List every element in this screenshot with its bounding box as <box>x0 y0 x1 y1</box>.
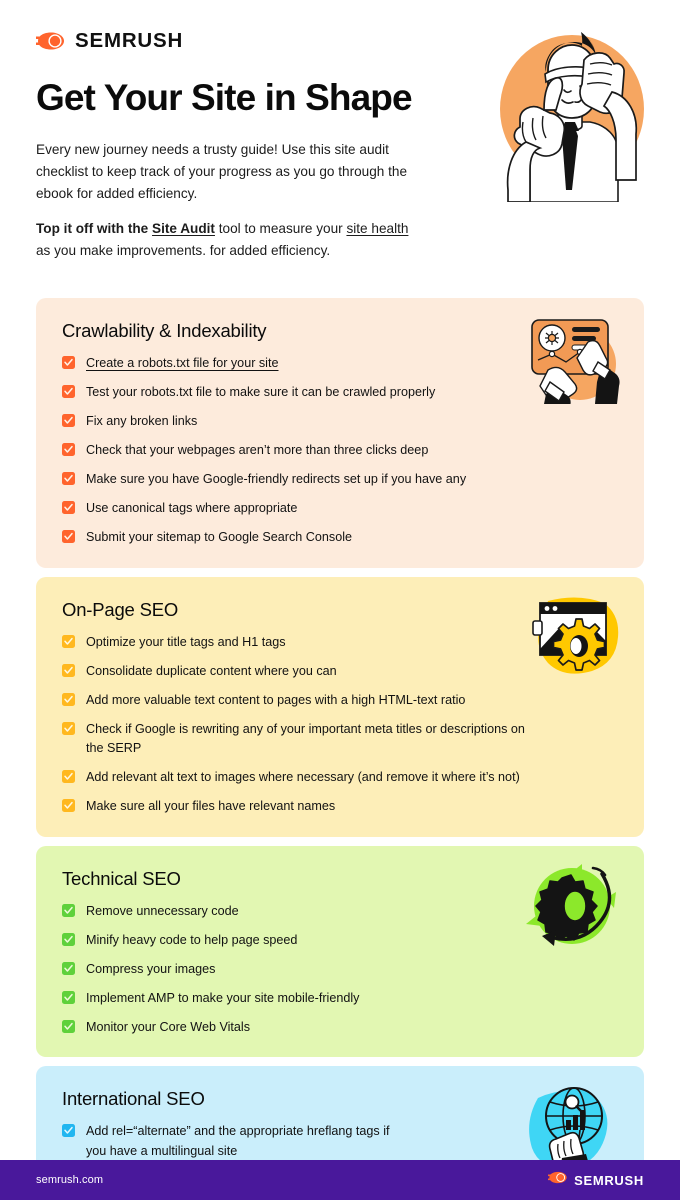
checklist-item[interactable]: Make sure all your files have relevant n… <box>62 797 532 817</box>
checklist-item[interactable]: Monitor your Core Web Vitals <box>62 1018 532 1038</box>
checked-checkbox-icon[interactable] <box>62 471 75 485</box>
checklist-item[interactable]: Make sure you have Google-friendly redir… <box>62 470 532 490</box>
checklist-item-label: Implement AMP to make your site mobile-f… <box>86 990 360 1005</box>
footer-brand-name: SEMRUSH <box>574 1172 644 1188</box>
checklist-item-label: Add rel=“alternate” and the appropriate … <box>86 1124 390 1158</box>
checklist-item[interactable]: Compress your images <box>62 960 532 980</box>
checked-checkbox-icon[interactable] <box>62 770 75 784</box>
hero-paragraph-2: Top it off with the Site Audit tool to m… <box>36 218 426 262</box>
checked-checkbox-icon[interactable] <box>62 932 75 946</box>
checklist-item[interactable]: Check if Google is rewriting any of your… <box>62 720 532 759</box>
brand-name: SEMRUSH <box>75 28 184 52</box>
hero-description: Every new journey needs a trusty guide! … <box>36 139 426 262</box>
checklist-item[interactable]: Check that your webpages aren’t more tha… <box>62 441 532 461</box>
checked-checkbox-icon[interactable] <box>62 355 75 369</box>
checklist-item-label: Add relevant alt text to images where ne… <box>86 770 520 785</box>
header: SEMRUSH Get Your Site in Shape Every new… <box>0 0 680 262</box>
checked-checkbox-icon[interactable] <box>62 692 75 706</box>
semrush-comet-icon <box>36 30 66 52</box>
checklist-item[interactable]: Add more valuable text content to pages … <box>62 691 532 711</box>
semrush-comet-icon <box>548 1170 568 1190</box>
checked-checkbox-icon[interactable] <box>62 384 75 398</box>
checklist-item-label[interactable]: Create a robots.txt file for your site <box>86 354 279 374</box>
checked-checkbox-icon[interactable] <box>62 663 75 677</box>
checklist-item[interactable]: Add relevant alt text to images where ne… <box>62 768 532 788</box>
checklist-item-label: Add more valuable text content to pages … <box>86 692 466 707</box>
checklist-item-label: Use canonical tags where appropriate <box>86 501 298 515</box>
checklist-item-label: Consolidate duplicate content where you … <box>86 663 337 678</box>
checked-checkbox-icon[interactable] <box>62 903 75 917</box>
checklist-item-label: Optimize your title tags and H1 tags <box>86 634 286 649</box>
section-technical-seo: Technical SEO Remove unnecessary code Mi… <box>36 845 644 1058</box>
checklist-item[interactable]: Consolidate duplicate content where you … <box>62 662 532 682</box>
hands-on-dashboard-icon <box>524 312 628 414</box>
footer-brand-logo: SEMRUSH <box>548 1170 644 1190</box>
checklist-item-label: Remove unnecessary code <box>86 903 239 918</box>
checklist-item[interactable]: Implement AMP to make your site mobile-f… <box>62 989 532 1009</box>
magnifier-globe-chart-icon <box>522 1080 626 1172</box>
checked-checkbox-icon[interactable] <box>62 799 75 813</box>
checked-checkbox-icon[interactable] <box>62 634 75 648</box>
checklist-item-label: Compress your images <box>86 961 216 976</box>
checklist-item[interactable]: Use canonical tags where appropriate <box>62 499 532 519</box>
checklist-sections: Crawlability & Indexability Create a rob… <box>0 297 680 1200</box>
hero-paragraph-1: Every new journey needs a trusty guide! … <box>36 141 408 201</box>
checklist-item-label: Fix any broken links <box>86 413 198 428</box>
site-audit-link[interactable]: Site Audit <box>152 221 215 236</box>
person-framing-hands-icon <box>486 30 654 203</box>
section-crawlability: Crawlability & Indexability Create a rob… <box>36 297 644 568</box>
hero-p2-tail: as you make improvements. for added effi… <box>36 242 331 258</box>
hero-p2-mid: tool to measure your <box>214 220 347 236</box>
checked-checkbox-icon[interactable] <box>62 990 75 1004</box>
checklist-item-label: Make sure you have Google-friendly redir… <box>86 471 467 486</box>
checklist-item-label: Check if Google is rewriting any of your… <box>86 721 525 756</box>
footer-url[interactable]: semrush.com <box>36 1174 103 1186</box>
checked-checkbox-icon[interactable] <box>62 1019 75 1033</box>
checked-checkbox-icon[interactable] <box>62 442 75 456</box>
checklist-item[interactable]: Optimize your title tags and H1 tags <box>62 633 532 653</box>
checked-checkbox-icon[interactable] <box>62 721 75 735</box>
hero-p2-lead: Top it off with the <box>36 220 153 236</box>
checked-checkbox-icon[interactable] <box>62 501 75 514</box>
checklist-item-label: Test your robots.txt file to make sure i… <box>86 384 436 399</box>
checked-checkbox-icon[interactable] <box>62 530 75 544</box>
browser-window-gear-icon <box>526 591 630 683</box>
checklist-item[interactable]: Add rel=“alternate” and the appropriate … <box>62 1122 532 1161</box>
checklist-item-label: Check that your webpages aren’t more tha… <box>86 442 429 457</box>
checklist-item-label: Minify heavy code to help page speed <box>86 932 298 947</box>
checklist-item[interactable]: Minify heavy code to help page speed <box>62 931 532 951</box>
checklist-item[interactable]: Create a robots.txt file for your site <box>62 354 532 374</box>
gear-refresh-arrow-icon <box>520 860 624 952</box>
section-onpage-seo: On-Page SEO Optimize your title tags and… <box>36 576 644 837</box>
infographic-page: SEMRUSH Get Your Site in Shape Every new… <box>0 0 680 1200</box>
checklist-item-label: Monitor your Core Web Vitals <box>86 1019 251 1034</box>
checklist-item[interactable]: Remove unnecessary code <box>62 902 532 922</box>
checklist-item-label: Submit your sitemap to Google Search Con… <box>86 530 353 545</box>
checked-checkbox-icon[interactable] <box>62 413 75 427</box>
checked-checkbox-icon[interactable] <box>62 961 75 975</box>
checklist-item[interactable]: Submit your sitemap to Google Search Con… <box>62 528 532 548</box>
checked-checkbox-icon[interactable] <box>62 1124 75 1138</box>
checklist-item[interactable]: Test your robots.txt file to make sure i… <box>62 383 532 403</box>
checklist-item-label: Make sure all your files have relevant n… <box>86 799 336 814</box>
site-health-link[interactable]: site health <box>346 221 408 236</box>
checklist-item[interactable]: Fix any broken links <box>62 412 532 432</box>
footer: semrush.com SEMRUSH <box>0 1160 680 1200</box>
